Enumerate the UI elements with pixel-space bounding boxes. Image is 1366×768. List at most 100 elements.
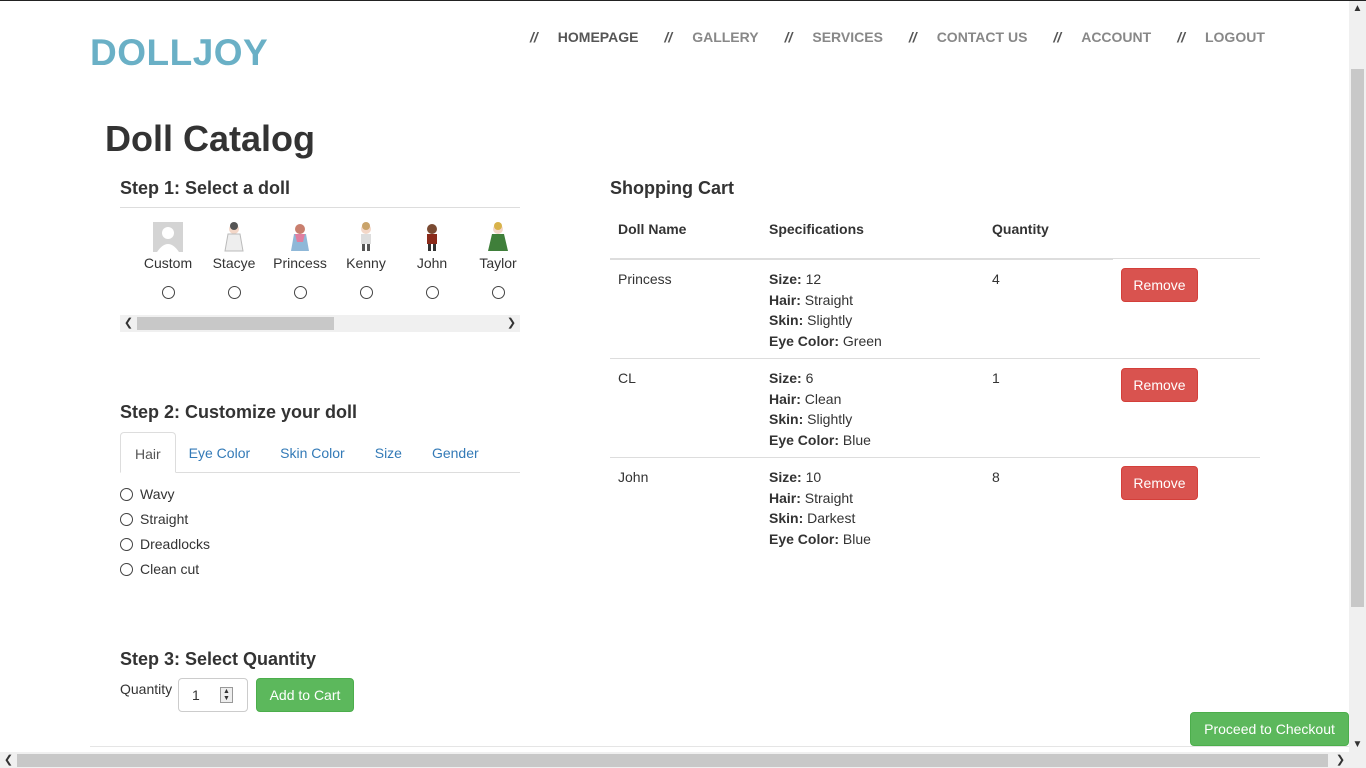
step1-heading: Step 1: Select a doll	[120, 178, 291, 198]
nav-homepage[interactable]: HOMEPAGE	[558, 29, 639, 45]
cart-specifications: Size: 12 Hair: Straight Skin: Slightly E…	[769, 269, 882, 351]
spec-eye: Green	[842, 332, 882, 349]
doll-option-custom[interactable]: Custom	[140, 216, 196, 299]
quantity-value: 1	[192, 687, 200, 703]
spec-label: Eye Color:	[769, 332, 840, 349]
option-label: Wavy	[140, 486, 175, 502]
scrollbar-thumb[interactable]	[1351, 69, 1364, 607]
cart-doll-name: CL	[618, 370, 636, 386]
cart-doll-name: John	[618, 469, 649, 485]
doll-name: Custom	[143, 255, 193, 271]
nav-separator: //	[784, 29, 793, 45]
doll-option-princess[interactable]: Princess	[272, 216, 328, 299]
remove-button[interactable]: Remove	[1121, 466, 1198, 500]
brand-logo[interactable]: DOLLJOY	[90, 32, 268, 74]
customize-tabs: Hair Eye Color Skin Color Size Gender	[120, 432, 520, 473]
hair-option-straight[interactable]: Straight	[120, 511, 188, 527]
spec-hair: Straight	[804, 489, 854, 506]
doll-radio[interactable]	[491, 286, 505, 299]
nav-separator: //	[1177, 29, 1185, 45]
nav-account[interactable]: ACCOUNT	[1081, 29, 1151, 45]
doll-option-kenny[interactable]: Kenny	[338, 216, 394, 299]
scroll-right-icon[interactable]: ❯	[1332, 752, 1349, 768]
scroll-down-icon[interactable]: ▼	[1349, 739, 1366, 750]
remove-button[interactable]: Remove	[1121, 368, 1198, 402]
cart-specifications: Size: 10 Hair: Straight Skin: Darkest Ey…	[769, 467, 871, 549]
step2-heading: Step 2: Customize your doll	[120, 402, 358, 422]
nav-gallery[interactable]: GALLERY	[692, 29, 758, 45]
radio-button[interactable]	[120, 487, 133, 501]
nav-logout[interactable]: LOGOUT	[1205, 29, 1265, 45]
tab-eye-color[interactable]: Eye Color	[180, 432, 259, 473]
hair-option-wavy[interactable]: Wavy	[120, 486, 174, 502]
doll-taylor-icon	[483, 222, 513, 252]
doll-john-icon	[417, 222, 447, 252]
tab-hair[interactable]: Hair	[120, 432, 176, 473]
cart-quantity: 8	[992, 469, 1000, 485]
scrollbar-thumb[interactable]	[17, 754, 1328, 767]
custom-avatar-icon	[153, 222, 183, 252]
radio-button[interactable]	[120, 537, 133, 551]
nav-contact-us[interactable]: CONTACT US	[937, 29, 1028, 45]
cart-quantity: 1	[992, 370, 1000, 386]
page-vertical-scrollbar[interactable]: ▲ ▼	[1349, 1, 1366, 752]
hair-option-dreadlocks[interactable]: Dreadlocks	[120, 536, 210, 552]
nav-separator: //	[908, 29, 917, 45]
add-to-cart-button[interactable]: Add to Cart	[256, 678, 354, 712]
spec-skin: Slightly	[807, 312, 853, 328]
table-row: Princess Size: 12 Hair: Straight Skin: S…	[610, 258, 1260, 358]
doll-radio[interactable]	[227, 286, 241, 299]
column-header-specifications: Specifications	[769, 221, 864, 237]
doll-name: Stacye	[212, 255, 256, 271]
doll-radio[interactable]	[161, 286, 175, 299]
hair-option-clean-cut[interactable]: Clean cut	[120, 561, 199, 577]
column-header-quantity: Quantity	[992, 221, 1049, 237]
tab-gender[interactable]: Gender	[423, 432, 488, 473]
remove-button[interactable]: Remove	[1121, 268, 1198, 302]
page-horizontal-scrollbar[interactable]: ❮ ❯	[0, 752, 1366, 768]
doll-name: Taylor	[479, 255, 517, 271]
tab-skin-color[interactable]: Skin Color	[271, 432, 354, 473]
spec-label: Size:	[769, 469, 802, 485]
scroll-right-icon[interactable]: ❯	[503, 315, 520, 332]
doll-option-stacye[interactable]: Stacye	[206, 216, 262, 299]
doll-radio[interactable]	[293, 286, 307, 299]
nav-separator: //	[530, 29, 538, 45]
nav-services[interactable]: SERVICES	[812, 29, 883, 45]
column-header-doll-name: Doll Name	[618, 221, 687, 237]
doll-name: Princess	[273, 255, 327, 271]
nav-separator: //	[664, 29, 673, 45]
radio-button[interactable]	[120, 562, 133, 576]
scroll-left-icon[interactable]: ❮	[0, 752, 17, 768]
quantity-stepper[interactable]: ▲ ▼	[220, 687, 233, 703]
scroll-left-icon[interactable]: ❮	[120, 315, 137, 332]
tab-size[interactable]: Size	[366, 432, 411, 473]
page-title: Doll Catalog	[105, 118, 316, 159]
spec-label: Hair:	[769, 489, 801, 506]
option-label: Clean cut	[140, 561, 200, 577]
scroll-up-icon[interactable]: ▲	[1349, 3, 1366, 14]
spec-skin: Darkest	[807, 510, 856, 526]
step3-heading: Step 3: Select Quantity	[120, 649, 317, 669]
doll-kenny-icon	[351, 222, 381, 252]
nav-separator: //	[1053, 29, 1062, 45]
spec-label: Skin:	[769, 510, 804, 526]
doll-option-taylor[interactable]: Taylor	[470, 216, 526, 299]
footer-divider	[90, 746, 1350, 747]
spec-label: Eye Color:	[769, 431, 840, 448]
proceed-to-checkout-button[interactable]: Proceed to Checkout	[1190, 712, 1349, 746]
option-label: Dreadlocks	[140, 536, 211, 552]
spec-label: Hair:	[769, 390, 801, 407]
quantity-label: Quantity	[120, 681, 173, 697]
quantity-input[interactable]: 1 ▲ ▼	[178, 678, 248, 712]
spec-label: Hair:	[769, 291, 801, 308]
doll-scrollbar[interactable]: ❮ ❯	[120, 315, 520, 332]
spec-label: Size:	[769, 271, 802, 287]
doll-stacye-icon	[219, 222, 249, 252]
doll-radio[interactable]	[359, 286, 373, 299]
scrollbar-thumb[interactable]	[137, 317, 334, 330]
radio-button[interactable]	[120, 512, 133, 526]
doll-radio[interactable]	[425, 286, 439, 299]
doll-option-john[interactable]: John	[404, 216, 460, 299]
doll-name: Kenny	[346, 255, 386, 271]
